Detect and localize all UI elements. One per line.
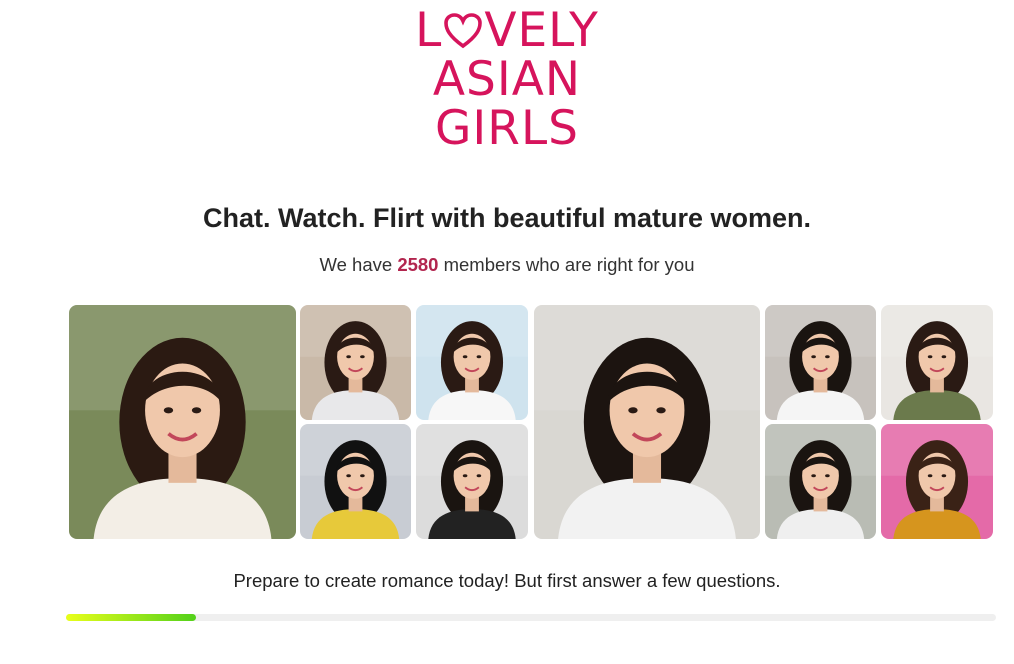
profile-photo-5: [416, 424, 528, 539]
profile-photo-6: [534, 305, 760, 539]
profile-photo-8-image: [881, 305, 993, 420]
heart-icon: [444, 13, 483, 49]
profile-photo-1: [69, 305, 296, 539]
profile-photo-1-image: [69, 305, 296, 539]
member-count-text: We have 2580 members who are right for y…: [319, 254, 695, 275]
profile-photo-4: [300, 424, 411, 539]
logo-line-3: GIRLS: [435, 101, 579, 156]
page-headline: Chat. Watch. Flirt with beautiful mature…: [202, 203, 812, 233]
member-count: 2580: [397, 254, 439, 275]
questionnaire-prompt: Prepare to create romance today! But fir…: [233, 570, 781, 591]
profile-photo-7-image: [765, 305, 876, 420]
profile-photo-2-image: [300, 305, 411, 420]
profile-photo-9-image: [765, 424, 876, 539]
profile-photo-10-image: [881, 424, 993, 539]
profile-photo-3: [416, 305, 528, 420]
profile-photo-2: [300, 305, 411, 420]
profile-photo-8: [881, 305, 993, 420]
profile-photo-3-image: [416, 305, 528, 420]
profile-photo-7: [765, 305, 876, 420]
progress-bar-fill: [66, 614, 197, 621]
progress-bar: [66, 614, 996, 621]
logo-line-1: L VELY: [415, 3, 599, 58]
profile-photo-6-image: [534, 305, 760, 539]
site-logo[interactable]: L VELY ASIAN GIRLS: [0, 6, 1014, 153]
profile-photo-9: [765, 424, 876, 539]
profile-photo-10: [881, 424, 993, 539]
profile-photo-5-image: [416, 424, 528, 539]
logo-line-2: ASIAN: [432, 52, 582, 107]
profile-photo-4-image: [300, 424, 411, 539]
